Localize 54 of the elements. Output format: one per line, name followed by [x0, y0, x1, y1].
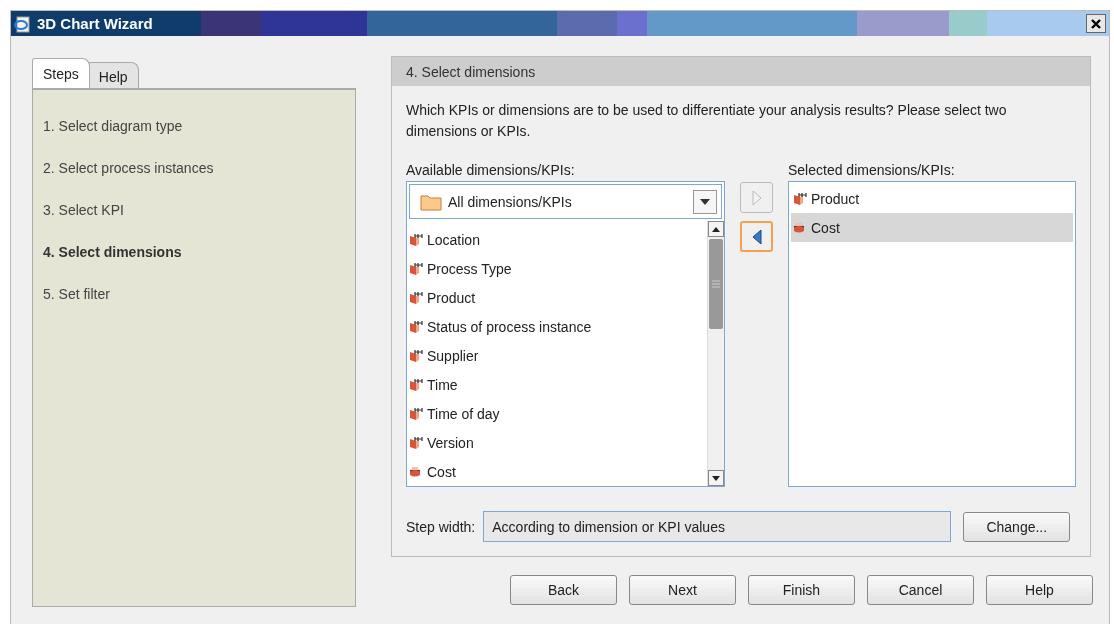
list-item[interactable]: Process Type [407, 254, 707, 283]
dimension-icon [409, 290, 423, 305]
window-title: 3D Chart Wizard [37, 15, 153, 32]
list-item[interactable]: Time [407, 370, 707, 399]
step-item[interactable]: 1. Select diagram type [43, 118, 355, 134]
list-item[interactable]: Location [407, 225, 707, 254]
dimension-icon [409, 377, 423, 392]
right-arrow-icon [751, 189, 762, 206]
instructions: Which KPIs or dimensions are to be used to differentiate your analysis results? Please select two dimensions or KPIs. [406, 101, 1008, 141]
kpi-icon [793, 220, 807, 235]
scroll-up-icon[interactable] [712, 226, 720, 232]
scrollbar[interactable] [707, 221, 724, 486]
change-button[interactable]: Change... [963, 511, 1071, 542]
kpi-icon [409, 464, 423, 479]
step-item[interactable]: 5. Set filter [43, 286, 355, 302]
dimension-icon [409, 319, 423, 334]
dimension-icon [793, 191, 807, 206]
list-item[interactable]: Status of process instance [407, 312, 707, 341]
dimension-icon [409, 261, 423, 276]
panel-title: 4. Select dimensions [406, 63, 536, 80]
wizard-button[interactable]: Finish [748, 575, 855, 605]
scroll-down-icon[interactable] [712, 475, 720, 481]
wizard-button[interactable]: Help [986, 575, 1093, 605]
step-item[interactable]: 2. Select process instances [43, 160, 355, 176]
wizard-button[interactable]: Cancel [867, 575, 974, 605]
dimension-icon [409, 348, 423, 363]
wizard-button[interactable]: Next [629, 575, 736, 605]
filter-dropdown[interactable]: All dimensions/KPIs [409, 184, 722, 219]
step-width-field[interactable]: According to dimension or KPI values [483, 511, 952, 542]
folder-icon [420, 192, 442, 211]
list-item[interactable]: Version [407, 428, 707, 457]
list-label: Selected dimensions/KPIs: [788, 162, 956, 178]
step-width-label: Step width: [406, 518, 476, 535]
grip-icon [712, 279, 720, 289]
dimension-icon [409, 435, 423, 450]
close-button[interactable] [1086, 14, 1106, 33]
left-arrow-icon [751, 228, 762, 245]
list-label: Available dimensions/KPIs: [406, 162, 576, 178]
list-item[interactable]: Cost [791, 213, 1073, 242]
step-item[interactable]: 3. Select KPI [43, 202, 355, 218]
close-icon [1090, 17, 1102, 30]
list-item[interactable]: Cost [407, 457, 707, 486]
list-item[interactable]: Product [407, 283, 707, 312]
app-icon [13, 14, 31, 33]
tab[interactable]: Steps [32, 58, 90, 88]
dimension-icon [409, 406, 423, 421]
list-item[interactable]: Product [791, 184, 1073, 213]
list-item[interactable]: Time of day [407, 399, 707, 428]
remove-button[interactable] [740, 221, 773, 252]
wizard-button[interactable]: Back [510, 575, 617, 605]
list-item[interactable]: Supplier [407, 341, 707, 370]
dimension-icon [409, 232, 423, 247]
tab[interactable]: Help [87, 62, 139, 88]
step-item[interactable]: 4. Select dimensions [43, 244, 355, 260]
